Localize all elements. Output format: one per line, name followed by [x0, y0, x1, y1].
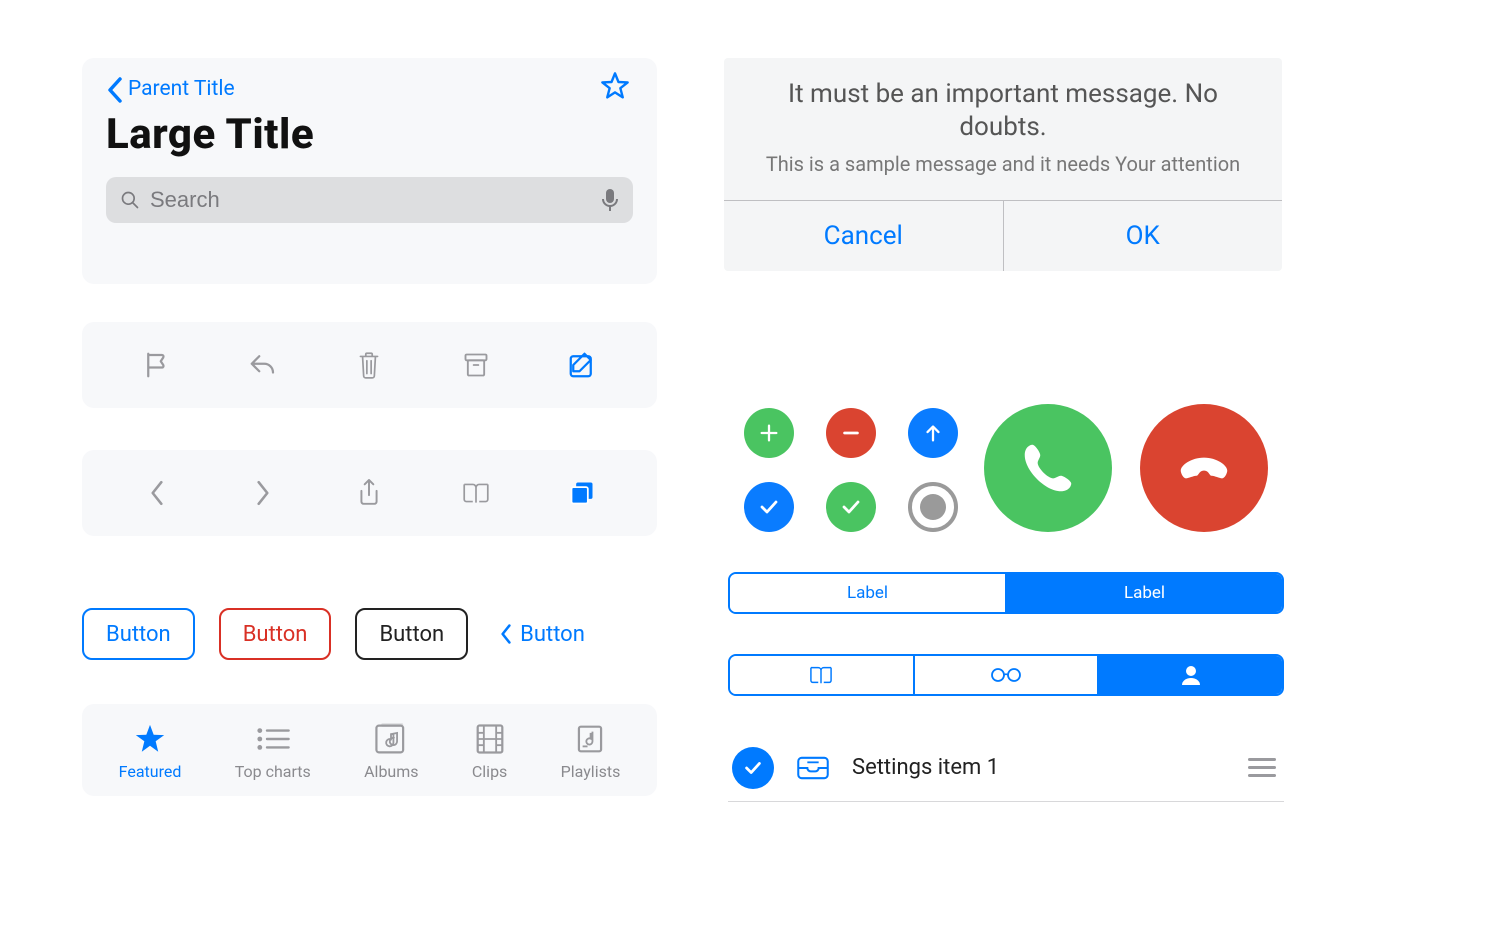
tab-bar: Featured Top charts Albums Clips Playlis…: [82, 704, 657, 796]
link-button[interactable]: Button: [492, 608, 591, 660]
trash-button[interactable]: [354, 350, 384, 380]
tab-label: Top charts: [235, 762, 311, 781]
list-icon: [255, 722, 291, 756]
glasses-icon: [988, 666, 1024, 684]
chevron-left-icon: [146, 479, 168, 507]
alert-dialog: It must be an important message. No doub…: [724, 58, 1282, 271]
check-icon: [839, 495, 863, 519]
tab-label: Albums: [364, 762, 418, 781]
tab-albums[interactable]: Albums: [364, 722, 418, 781]
segment-label-b[interactable]: Label: [1005, 574, 1282, 612]
tab-featured[interactable]: Featured: [119, 722, 182, 781]
radio-inner-icon: [920, 494, 946, 520]
alert-ok-button[interactable]: OK: [1004, 201, 1283, 271]
book-icon: [808, 664, 834, 686]
back-button[interactable]: Parent Title: [106, 76, 633, 102]
check-icon: [757, 495, 781, 519]
button-row: Button Button Button Button: [82, 608, 657, 660]
chevron-left-icon: [106, 77, 124, 103]
tab-playlists[interactable]: Playlists: [561, 722, 621, 781]
book-icon: [461, 479, 491, 507]
star-icon: [599, 70, 631, 102]
microphone-icon[interactable]: [601, 188, 619, 212]
minus-icon: [840, 422, 862, 444]
film-icon: [475, 722, 505, 756]
tabs-button[interactable]: [567, 478, 597, 508]
handle-line: [1248, 766, 1276, 769]
add-button[interactable]: [744, 408, 794, 458]
reorder-handle[interactable]: [1248, 753, 1276, 782]
handle-line: [1248, 774, 1276, 777]
star-filled-icon: [133, 722, 167, 756]
share-button[interactable]: [354, 478, 384, 508]
primary-button[interactable]: Button: [82, 608, 195, 660]
segment-glasses[interactable]: [913, 656, 1098, 694]
trash-icon: [356, 350, 382, 380]
albums-icon: [374, 722, 408, 756]
favorite-button[interactable]: [599, 70, 631, 102]
tab-clips[interactable]: Clips: [472, 722, 507, 781]
call-decline-button[interactable]: [1140, 404, 1268, 532]
remove-button[interactable]: [826, 408, 876, 458]
destructive-button[interactable]: Button: [219, 608, 332, 660]
playlist-icon: [575, 722, 605, 756]
phone-down-icon: [1173, 437, 1235, 499]
circle-buttons-group: [744, 398, 1284, 558]
segmented-control-icons: [728, 654, 1284, 696]
navigation-header: Parent Title Large Title: [82, 58, 657, 284]
person-icon: [1179, 664, 1203, 686]
call-accept-button[interactable]: [984, 404, 1112, 532]
neutral-button[interactable]: Button: [355, 608, 468, 660]
share-icon: [356, 477, 382, 509]
check-icon: [742, 757, 764, 779]
settings-list-row[interactable]: Settings item 1: [728, 734, 1284, 802]
tab-label: Clips: [472, 762, 507, 781]
flag-icon: [142, 350, 172, 380]
nav-forward-button[interactable]: [248, 478, 278, 508]
reply-button[interactable]: [248, 350, 278, 380]
segment-book[interactable]: [730, 656, 913, 694]
search-icon: [120, 190, 140, 210]
row-label: Settings item 1: [852, 755, 1226, 780]
upload-button[interactable]: [908, 408, 958, 458]
flag-button[interactable]: [142, 350, 172, 380]
nav-back-button[interactable]: [142, 478, 172, 508]
segment-label-a[interactable]: Label: [730, 574, 1005, 612]
segment-person[interactable]: [1097, 656, 1282, 694]
tab-label: Featured: [119, 762, 182, 781]
handle-line: [1248, 758, 1276, 761]
tabs-icon: [568, 479, 596, 507]
page-title: Large Title: [106, 110, 633, 159]
archive-icon: [462, 350, 490, 380]
chevron-left-icon: [498, 623, 514, 645]
toolbar-row-2: [82, 450, 657, 536]
back-label: Parent Title: [128, 77, 235, 101]
inbox-icon: [796, 753, 830, 783]
compose-icon: [567, 350, 597, 380]
reader-button[interactable]: [461, 478, 491, 508]
chevron-right-icon: [252, 479, 274, 507]
link-button-label: Button: [520, 622, 585, 647]
reply-icon: [248, 350, 278, 380]
check-blue-button[interactable]: [744, 482, 794, 532]
phone-icon: [1017, 437, 1079, 499]
check-green-button[interactable]: [826, 482, 876, 532]
arrow-up-icon: [922, 422, 944, 444]
toolbar-row-1: [82, 322, 657, 408]
plus-icon: [758, 422, 780, 444]
archive-button[interactable]: [461, 350, 491, 380]
alert-subtitle: This is a sample message and it needs Yo…: [746, 151, 1260, 178]
search-input[interactable]: [150, 187, 591, 213]
tab-label: Playlists: [561, 762, 621, 781]
compose-button[interactable]: [567, 350, 597, 380]
alert-title: It must be an important message. No doub…: [746, 78, 1260, 143]
row-checkbox[interactable]: [732, 747, 774, 789]
row-icon: [796, 753, 830, 783]
radio-button[interactable]: [908, 482, 958, 532]
segmented-control-labels: Label Label: [728, 572, 1284, 614]
search-field[interactable]: [106, 177, 633, 223]
alert-cancel-button[interactable]: Cancel: [724, 201, 1003, 271]
tab-top-charts[interactable]: Top charts: [235, 722, 311, 781]
